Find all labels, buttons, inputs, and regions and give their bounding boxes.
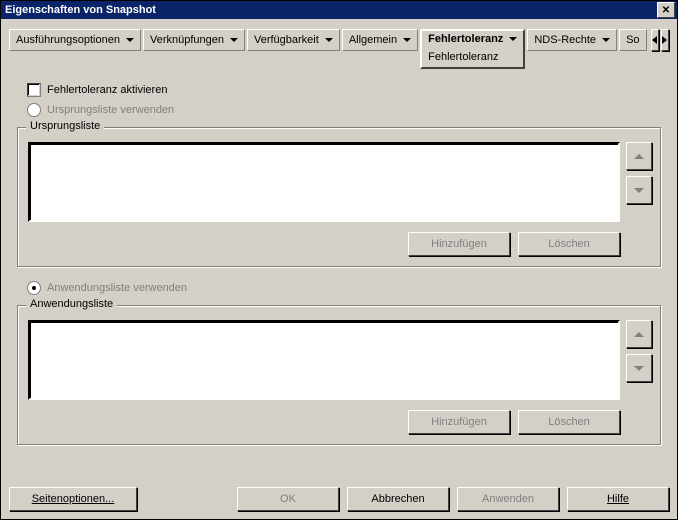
tab-shortcuts[interactable]: Verknüpfungen [143,29,245,51]
app-list-wrap [28,320,650,400]
source-listbox[interactable] [28,142,620,222]
client-area: Ausführungsoptionen Verknüpfungen Verfüg… [1,19,677,519]
tab-strip: Ausführungsoptionen Verknüpfungen Verfüg… [9,29,669,65]
source-add-button[interactable]: Hinzufügen [408,232,510,256]
tab-label: Verknüpfungen [150,34,224,46]
activate-checkbox[interactable] [27,83,41,97]
source-radio-row: Ursprungsliste verwenden [27,103,661,117]
activate-checkbox-row: Fehlertoleranz aktivieren [27,83,661,97]
chevron-down-icon [230,38,238,42]
tab-general[interactable]: Allgemein [342,29,418,51]
chevron-down-icon [602,38,610,42]
arrow-up-icon [634,154,644,159]
button-label: Seitenoptionen... [32,493,115,505]
chevron-down-icon [126,38,134,42]
arrow-down-icon [634,366,644,371]
tab-sublabel: Fehlertoleranz [428,51,498,63]
source-delete-button[interactable]: Löschen [518,232,620,256]
source-move-down-button[interactable] [626,176,652,204]
tab-nds-rights[interactable]: NDS-Rechte [527,29,617,51]
button-label: Löschen [548,416,590,428]
button-label: Löschen [548,238,590,250]
app-move-down-button[interactable] [626,354,652,382]
tab-fault-tolerance[interactable]: Fehlertoleranz Fehlertoleranz [420,29,525,69]
source-radio[interactable] [27,103,41,117]
activate-checkbox-label: Fehlertoleranz aktivieren [47,84,167,96]
app-list-group: Anwendungsliste Hinzufügen Löschen [17,305,661,445]
app-listbox[interactable] [28,320,620,400]
apply-button[interactable]: Anwenden [457,487,559,511]
chevron-right-icon [662,36,667,44]
tab-label: Verfügbarkeit [254,34,319,46]
app-add-button[interactable]: Hinzufügen [408,410,510,434]
source-button-row: Hinzufügen Löschen [28,232,650,256]
button-label: OK [280,493,296,505]
source-list-wrap [28,142,650,222]
app-radio-row: Anwendungsliste verwenden [27,281,661,295]
arrow-up-icon [634,332,644,337]
ok-button[interactable]: OK [237,487,339,511]
button-label: Hilfe [607,493,629,505]
chevron-down-icon [403,38,411,42]
app-reorder-buttons [626,320,650,400]
tab-label: NDS-Rechte [534,34,596,46]
cancel-button[interactable]: Abbrechen [347,487,449,511]
source-reorder-buttons [626,142,650,222]
dialog-window: Eigenschaften von Snapshot ✕ Ausführungs… [0,0,678,520]
chevron-down-icon [325,38,333,42]
footer-bar: Seitenoptionen... OK Abbrechen Anwenden … [9,487,669,511]
tab-label: Allgemein [349,34,397,46]
button-label: Hinzufügen [431,238,487,250]
tab-scroll-right-button[interactable] [661,29,669,51]
button-label: Abbrechen [371,493,424,505]
app-delete-button[interactable]: Löschen [518,410,620,434]
chevron-down-icon [509,37,517,41]
button-label: Anwenden [482,493,534,505]
tab-overflow[interactable]: So [619,29,646,51]
close-button[interactable]: ✕ [657,2,675,18]
titlebar: Eigenschaften von Snapshot ✕ [1,1,677,19]
app-list-legend: Anwendungsliste [26,298,117,310]
help-button[interactable]: Hilfe [567,487,669,511]
app-radio[interactable] [27,281,41,295]
source-list-legend: Ursprungsliste [26,120,104,132]
tab-scroll-left-button[interactable] [651,29,659,51]
arrow-down-icon [634,188,644,193]
button-label: Hinzufügen [431,416,487,428]
source-radio-label: Ursprungsliste verwenden [47,104,174,116]
source-list-group: Ursprungsliste Hinzufügen Löschen [17,127,661,267]
tab-run-options[interactable]: Ausführungsoptionen [9,29,141,51]
close-icon: ✕ [662,5,670,16]
app-button-row: Hinzufügen Löschen [28,410,650,434]
tab-label: Fehlertoleranz [428,33,503,45]
tab-label: So [626,34,639,46]
tab-label: Ausführungsoptionen [16,34,120,46]
window-title: Eigenschaften von Snapshot [5,4,156,16]
tab-availability[interactable]: Verfügbarkeit [247,29,340,51]
app-move-up-button[interactable] [626,320,652,348]
chevron-left-icon [652,36,657,44]
source-move-up-button[interactable] [626,142,652,170]
tab-content: Fehlertoleranz aktivieren Ursprungsliste… [17,77,661,473]
app-radio-label: Anwendungsliste verwenden [47,282,187,294]
page-options-button[interactable]: Seitenoptionen... [9,487,137,511]
